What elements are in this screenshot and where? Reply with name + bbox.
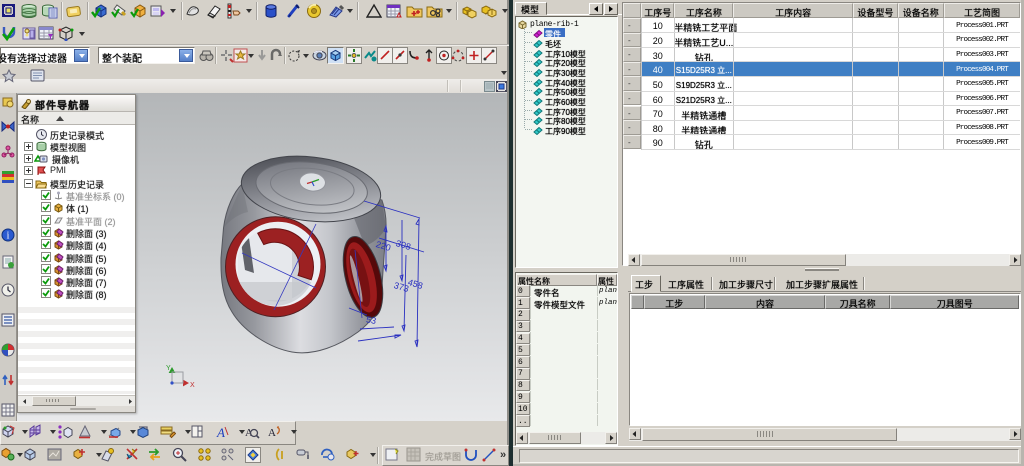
svg-text:308: 308	[395, 238, 412, 252]
svg-text:458: 458	[407, 277, 424, 291]
svg-text:X: X	[190, 382, 195, 389]
svg-text:A: A	[245, 427, 253, 439]
svg-text:A: A	[268, 427, 276, 439]
svg-text:53: 53	[365, 314, 377, 326]
svg-text:A: A	[216, 425, 225, 440]
svg-text:i: i	[7, 231, 10, 242]
svg-text:Y: Y	[166, 365, 171, 372]
